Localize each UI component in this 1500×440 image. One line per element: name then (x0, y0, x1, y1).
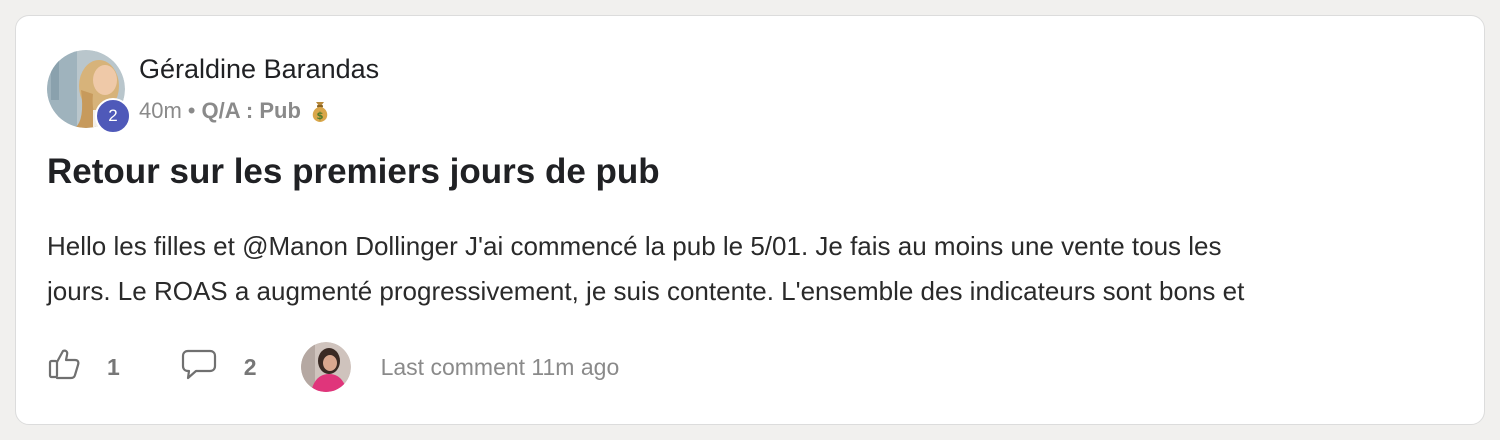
post-time: 40m (139, 98, 182, 123)
post-body[interactable]: Hello les filles et @Manon Dollinger J'a… (47, 224, 1457, 314)
svg-text:$: $ (316, 111, 323, 122)
author-avatar-container[interactable]: 2 (47, 50, 131, 134)
last-comment-time[interactable]: Last comment 11m ago (381, 354, 620, 381)
level-badge: 2 (95, 98, 131, 134)
post-title[interactable]: Retour sur les premiers jours de pub (47, 152, 660, 192)
post-category[interactable]: Q/A : Pub (202, 98, 301, 124)
post-card[interactable]: 2 Géraldine Barandas 40m • Q/A : Pub $ R… (15, 15, 1485, 425)
comment-icon (180, 347, 218, 387)
meta-separator: • (187, 98, 196, 123)
like-button[interactable]: 1 (47, 347, 120, 387)
author-name[interactable]: Géraldine Barandas (139, 54, 379, 85)
commenter-avatar[interactable] (300, 342, 351, 392)
thumbs-up-icon (47, 347, 81, 387)
like-count: 1 (107, 353, 120, 380)
post-meta: 40m • Q/A : Pub $ (139, 98, 331, 124)
post-body-line: Hello les filles et @Manon Dollinger J'a… (47, 231, 1222, 261)
post-footer: 1 2 Last comment 11m ago (47, 342, 619, 392)
comment-count: 2 (243, 353, 257, 380)
money-bag-icon: $ (309, 99, 331, 123)
post-body-line: jours. Le ROAS a augmenté progressivemen… (47, 276, 1245, 306)
comment-button[interactable]: 2 (180, 347, 257, 387)
